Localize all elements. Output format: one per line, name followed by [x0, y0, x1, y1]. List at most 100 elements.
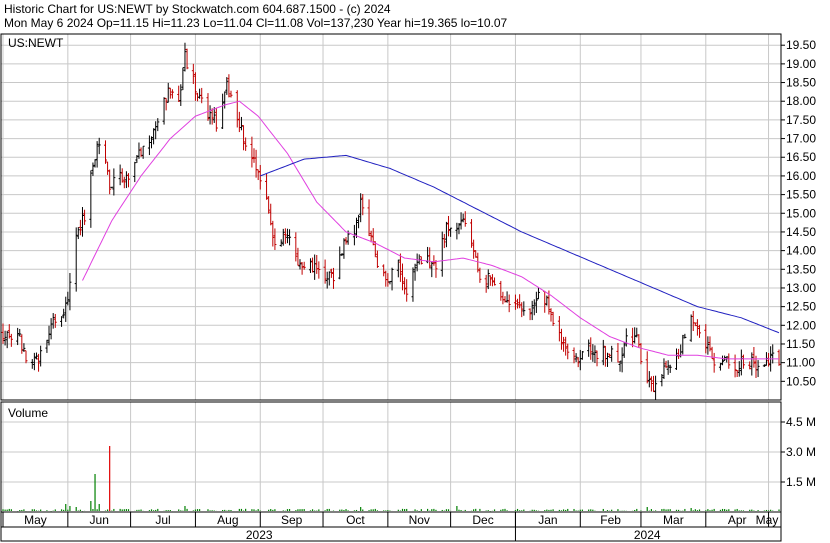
volume-tick-label: 3.0 M	[786, 445, 816, 459]
ohlc-bar	[557, 316, 561, 342]
price-tick-label: 16.50	[786, 150, 816, 164]
ohlc-bar	[737, 361, 741, 377]
ohlc-bar	[741, 354, 745, 369]
ohlc-bar	[403, 277, 407, 295]
ma-short-line	[82, 100, 779, 360]
price-tick-label: 12.00	[786, 318, 816, 332]
ohlc-bar	[442, 233, 446, 249]
ohlc-bar	[536, 287, 540, 300]
month-axis: May Jun Jul Aug Sep Oct Nov Dec Jan Feb Mar Apr May	[2, 512, 779, 527]
ohlc-bar	[210, 108, 214, 125]
ohlc-bar	[191, 63, 195, 85]
month-label: Oct	[346, 513, 365, 527]
ohlc-bar	[488, 275, 492, 286]
volume-panel-frame	[0, 401, 782, 513]
ohlc-bar	[308, 258, 312, 273]
ohlc-bar	[610, 345, 614, 362]
ohlc-bar	[74, 227, 78, 292]
ohlc-bar	[361, 193, 365, 216]
ohlc-bar	[532, 299, 536, 316]
symbol-label: US:NEWT	[8, 36, 64, 50]
price-grid	[1, 34, 781, 400]
ohlc-bar	[593, 345, 597, 364]
ohlc-bar	[382, 264, 386, 277]
ohlc-bar	[122, 176, 126, 189]
ohlc-bar	[605, 352, 609, 367]
ohlc-bar	[490, 274, 494, 287]
ohlc-bar	[695, 319, 699, 336]
ohlc-bar	[639, 343, 643, 365]
ohlc-bar	[357, 214, 361, 229]
ohlc-bar	[166, 82, 170, 103]
ohlc-bar	[603, 345, 607, 367]
volume-grid	[1, 402, 781, 512]
ohlc-bar	[89, 170, 93, 228]
ohlc-bar	[386, 273, 390, 287]
ohlc-bar	[76, 226, 80, 240]
ohlc-bar	[620, 347, 624, 373]
ohlc-bar	[311, 257, 315, 273]
ohlc-bar	[327, 271, 331, 286]
price-tick-label: 11.00	[786, 356, 815, 370]
ohlc-bar	[5, 330, 9, 349]
month-label: Nov	[409, 513, 430, 527]
header-line-1: Historic Chart for US:NEWT by Stockwatch…	[4, 2, 391, 16]
price-tick-label: 12.50	[786, 300, 816, 314]
ohlc-bar	[223, 91, 227, 109]
ohlc-bar	[271, 220, 275, 247]
ohlc-bar	[727, 353, 731, 369]
ohlc-bar	[281, 228, 285, 246]
ohlc-bar	[616, 342, 620, 363]
month-label: Dec	[472, 513, 493, 527]
ohlc-bar	[3, 330, 7, 346]
ohlc-bar	[704, 324, 708, 354]
ohlc-bar	[269, 203, 273, 226]
month-label: Jun	[90, 513, 109, 527]
stock-chart: Historic Chart for US:NEWT by Stockwatch…	[0, 2, 816, 542]
ohlc-bar	[432, 255, 436, 266]
ohlc-bar	[16, 327, 20, 346]
ohlc-bar	[591, 344, 595, 362]
month-label: May	[756, 513, 779, 527]
ohlc-bar	[440, 231, 444, 277]
ohlc-bar	[252, 148, 256, 163]
ohlc-bar	[302, 261, 306, 270]
ohlc-bar	[413, 263, 417, 281]
price-tick-label: 10.50	[786, 374, 816, 388]
ohlc-bar	[106, 161, 110, 175]
ohlc-bar	[507, 294, 511, 313]
ohlc-bar	[108, 169, 112, 195]
ohlc-bar	[83, 209, 87, 225]
year-label: 2023	[246, 528, 273, 542]
ohlc-bar	[530, 300, 534, 321]
ohlc-bar	[235, 90, 239, 128]
moving-averages	[82, 100, 780, 360]
ohlc-bar	[208, 105, 212, 125]
price-tick-label: 14.50	[786, 225, 816, 239]
ohlc-bar	[457, 223, 461, 235]
ohlc-bar	[390, 267, 394, 291]
ohlc-bar	[675, 348, 679, 370]
ohlc-bar	[472, 239, 476, 259]
ohlc-bar	[470, 219, 474, 248]
ohlc-bar	[18, 328, 22, 337]
ohlc-bar	[691, 310, 695, 332]
ohlc-bar	[501, 291, 505, 305]
ohlc-bar	[411, 267, 415, 302]
ohlc-bar	[455, 222, 459, 240]
ohlc-bar	[486, 269, 490, 290]
ohlc-bar	[325, 271, 329, 289]
ohlc-bar	[645, 351, 649, 384]
ohlc-bar	[635, 327, 639, 338]
ohlc-bar	[313, 254, 317, 280]
ohlc-bar	[499, 280, 503, 301]
price-tick-label: 19.00	[786, 57, 816, 71]
ohlc-bar	[587, 339, 591, 357]
ohlc-bar	[258, 164, 262, 190]
price-bars	[1, 42, 781, 401]
ohlc-bar	[401, 263, 405, 291]
ohlc-bar	[559, 328, 563, 350]
ohlc-bar	[493, 277, 497, 286]
ohlc-bar	[265, 173, 269, 200]
ohlc-bar	[110, 186, 114, 189]
